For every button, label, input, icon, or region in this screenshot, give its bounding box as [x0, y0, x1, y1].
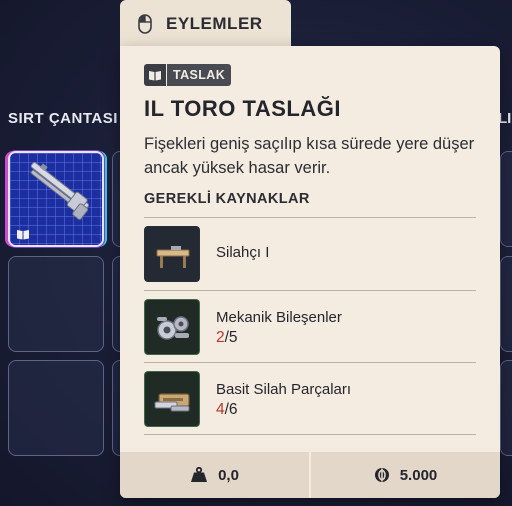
item-type-label: TASLAK	[167, 64, 232, 86]
required-resources-title: GEREKLİ KAYNAKLAR	[144, 191, 310, 207]
item-stats-footer: 0,0 5.000	[120, 452, 500, 498]
resource-name: Silahçı I	[216, 244, 270, 261]
resource-have: 4	[216, 401, 225, 418]
weight-icon	[191, 467, 208, 482]
divider	[144, 434, 476, 435]
item-description: Fişekleri geniş saçılıp kısa sürede yere…	[144, 135, 475, 177]
weapon-parts-icon	[144, 371, 200, 427]
item-tooltip: TASLAK IL TORO TASLAĞI Fişekleri geniş s…	[120, 46, 500, 498]
inventory-slot[interactable]	[8, 360, 104, 456]
resource-need: /6	[224, 401, 238, 418]
inventory-slot[interactable]	[8, 256, 104, 352]
mechanical-parts-icon	[144, 299, 200, 355]
inventory-slot-blueprint[interactable]	[8, 151, 104, 247]
actions-tab-title: EYLEMLER	[166, 14, 263, 33]
weight-stat: 0,0	[120, 452, 309, 498]
weight-value: 0,0	[218, 466, 239, 484]
item-title: IL TORO TASLAĞI	[144, 96, 341, 121]
book-icon	[144, 64, 166, 86]
shotgun-item-icon	[30, 162, 90, 220]
resource-count: 4/6	[216, 401, 238, 419]
right-panel-slot[interactable]	[500, 151, 512, 247]
price-value: 5.000	[399, 466, 438, 484]
resource-have: 2	[216, 329, 225, 346]
resource-name: Basit Silah Parçaları	[216, 381, 352, 398]
resource-name: Mekanik Bileşenler	[216, 309, 342, 326]
right-panel-label: LI	[498, 110, 512, 127]
workbench-icon	[144, 226, 200, 282]
resource-row: Basit Silah Parçaları 4/6	[144, 363, 476, 435]
resource-row: Silahçı I	[144, 218, 476, 290]
price-stat: 5.000	[311, 452, 500, 498]
coin-icon	[374, 468, 389, 482]
actions-tab[interactable]: EYLEMLER	[120, 0, 291, 48]
right-panel-slot[interactable]	[500, 256, 512, 352]
right-panel-slot[interactable]	[500, 360, 512, 456]
resource-need: /5	[224, 329, 238, 346]
backpack-label: SIRT ÇANTASI	[8, 110, 118, 127]
resource-row: Mekanik Bileşenler 2/5	[144, 291, 476, 363]
mouse-icon	[138, 14, 152, 34]
item-type-badge: TASLAK	[144, 64, 232, 86]
resource-count: 2/5	[216, 329, 238, 347]
blueprint-book-icon	[17, 230, 29, 240]
